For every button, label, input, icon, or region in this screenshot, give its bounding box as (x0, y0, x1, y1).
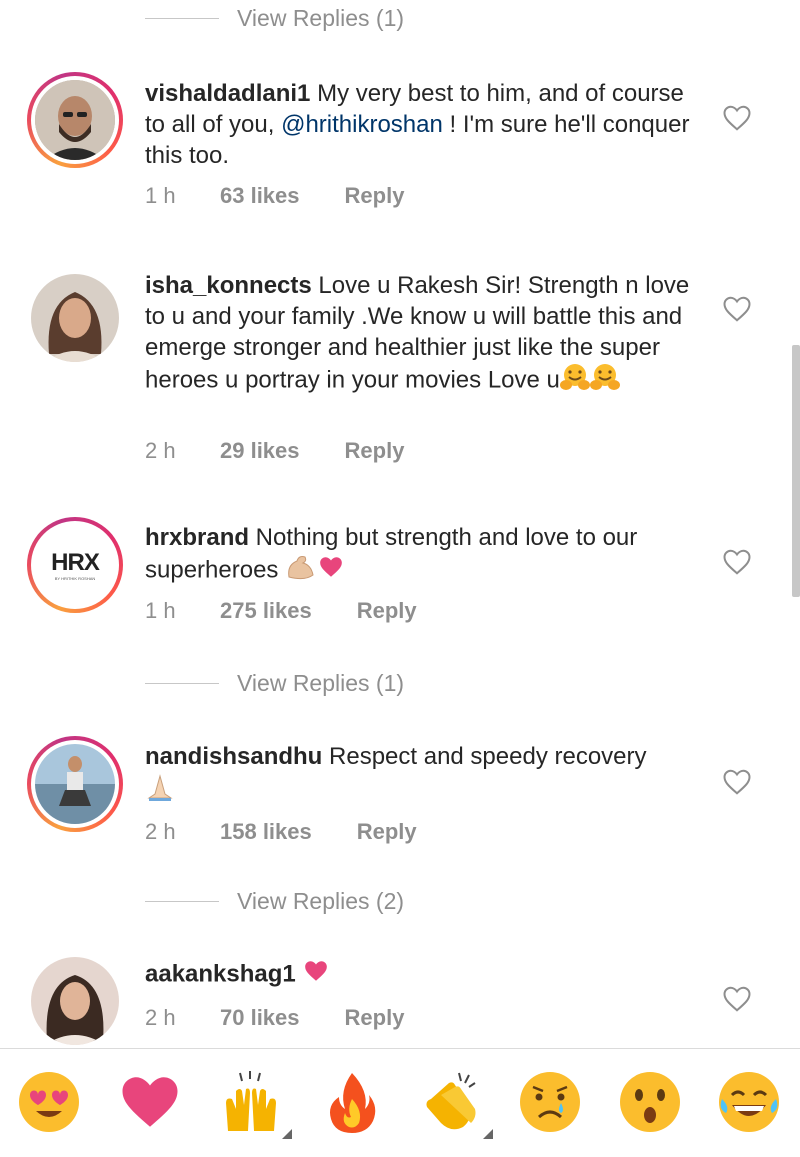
person-bald-beard-avatar-icon (35, 80, 115, 160)
avatar[interactable] (27, 736, 123, 832)
view-replies-label: View Replies (2) (237, 887, 405, 914)
like-heart-icon[interactable] (722, 984, 752, 1014)
skin-tone-indicator (483, 1129, 493, 1139)
comment-time: 1 h (145, 598, 176, 623)
reply-button[interactable]: Reply (345, 1005, 405, 1031)
smiling-face-heart-eyes-icon[interactable] (16, 1069, 82, 1135)
likes-count[interactable]: 70 likes (220, 1005, 300, 1031)
likes-count[interactable]: 29 likes (220, 438, 300, 464)
woman-portrait-avatar-icon (31, 957, 119, 1045)
comment-time: 2 h (145, 438, 176, 463)
comment-time: 2 h (145, 1005, 176, 1030)
avatar[interactable] (27, 953, 123, 1048)
comment-text (296, 960, 303, 987)
raising-hands-icon[interactable] (218, 1069, 292, 1139)
comment-time: 2 h (145, 819, 176, 844)
avatar[interactable] (27, 270, 123, 366)
hrx-logo-icon: HRX BY HRITHIK ROSHAN (35, 525, 115, 605)
reply-button[interactable]: Reply (345, 183, 405, 209)
like-heart-icon[interactable] (722, 294, 752, 324)
heart-icon[interactable] (117, 1069, 183, 1135)
comment-username[interactable]: vishaldadlani1 (145, 80, 310, 107)
folded-hands-icon (145, 772, 175, 810)
view-replies-button[interactable]: View Replies (2) (145, 883, 404, 919)
woman-portrait-avatar-icon (31, 274, 119, 362)
man-sitting-beach-avatar-icon (35, 744, 115, 824)
emoji-reaction-bar (0, 1048, 800, 1157)
view-replies-label: View Replies (1) (237, 669, 405, 696)
like-heart-icon[interactable] (722, 103, 752, 133)
likes-count[interactable]: 275 likes (220, 598, 312, 624)
clapping-hands-icon[interactable] (419, 1069, 493, 1139)
comment-username[interactable]: hrxbrand (145, 524, 249, 551)
astonished-face-icon[interactable] (617, 1069, 683, 1135)
fire-icon[interactable] (319, 1069, 385, 1135)
avatar[interactable] (27, 72, 123, 168)
comment-text: Respect and speedy recovery (322, 743, 647, 770)
reply-button[interactable]: Reply (345, 438, 405, 464)
comment-username[interactable]: nandishsandhu (145, 743, 322, 770)
comment-time: 1 h (145, 183, 176, 208)
likes-count[interactable]: 63 likes (220, 183, 300, 209)
like-heart-icon[interactable] (722, 767, 752, 797)
view-replies-button[interactable]: View Replies (1) (145, 665, 404, 701)
divider-line (145, 682, 219, 684)
hugging-face-icon (559, 363, 590, 399)
comment-username[interactable]: aakankshag1 (145, 960, 296, 987)
heart-icon (317, 554, 345, 588)
view-replies-button[interactable]: View Replies (1) (145, 0, 404, 36)
logo-subtext: BY HRITHIK ROSHAN (54, 576, 96, 581)
avatar[interactable]: HRX BY HRITHIK ROSHAN (27, 517, 123, 613)
like-heart-icon[interactable] (722, 547, 752, 577)
comment-username[interactable]: isha_konnects (145, 272, 312, 299)
heart-icon (302, 958, 330, 992)
logo-text: HRX (51, 549, 100, 576)
reply-button[interactable]: Reply (357, 598, 417, 624)
face-with-tears-of-joy-icon[interactable] (716, 1069, 782, 1135)
mention-link[interactable]: @hrithikroshan (281, 111, 443, 138)
divider-line (145, 17, 219, 19)
flexed-biceps-icon (285, 553, 317, 589)
likes-count[interactable]: 158 likes (220, 819, 312, 845)
crying-face-icon[interactable] (517, 1069, 583, 1135)
reply-button[interactable]: Reply (357, 819, 417, 845)
skin-tone-indicator (282, 1129, 292, 1139)
view-replies-label: View Replies (1) (237, 4, 405, 31)
comments-list[interactable]: View Replies (1) vishaldadlani1 My very … (0, 0, 800, 1048)
scrollbar[interactable] (792, 345, 800, 597)
divider-line (145, 900, 219, 902)
hugging-face-icon (589, 363, 620, 399)
